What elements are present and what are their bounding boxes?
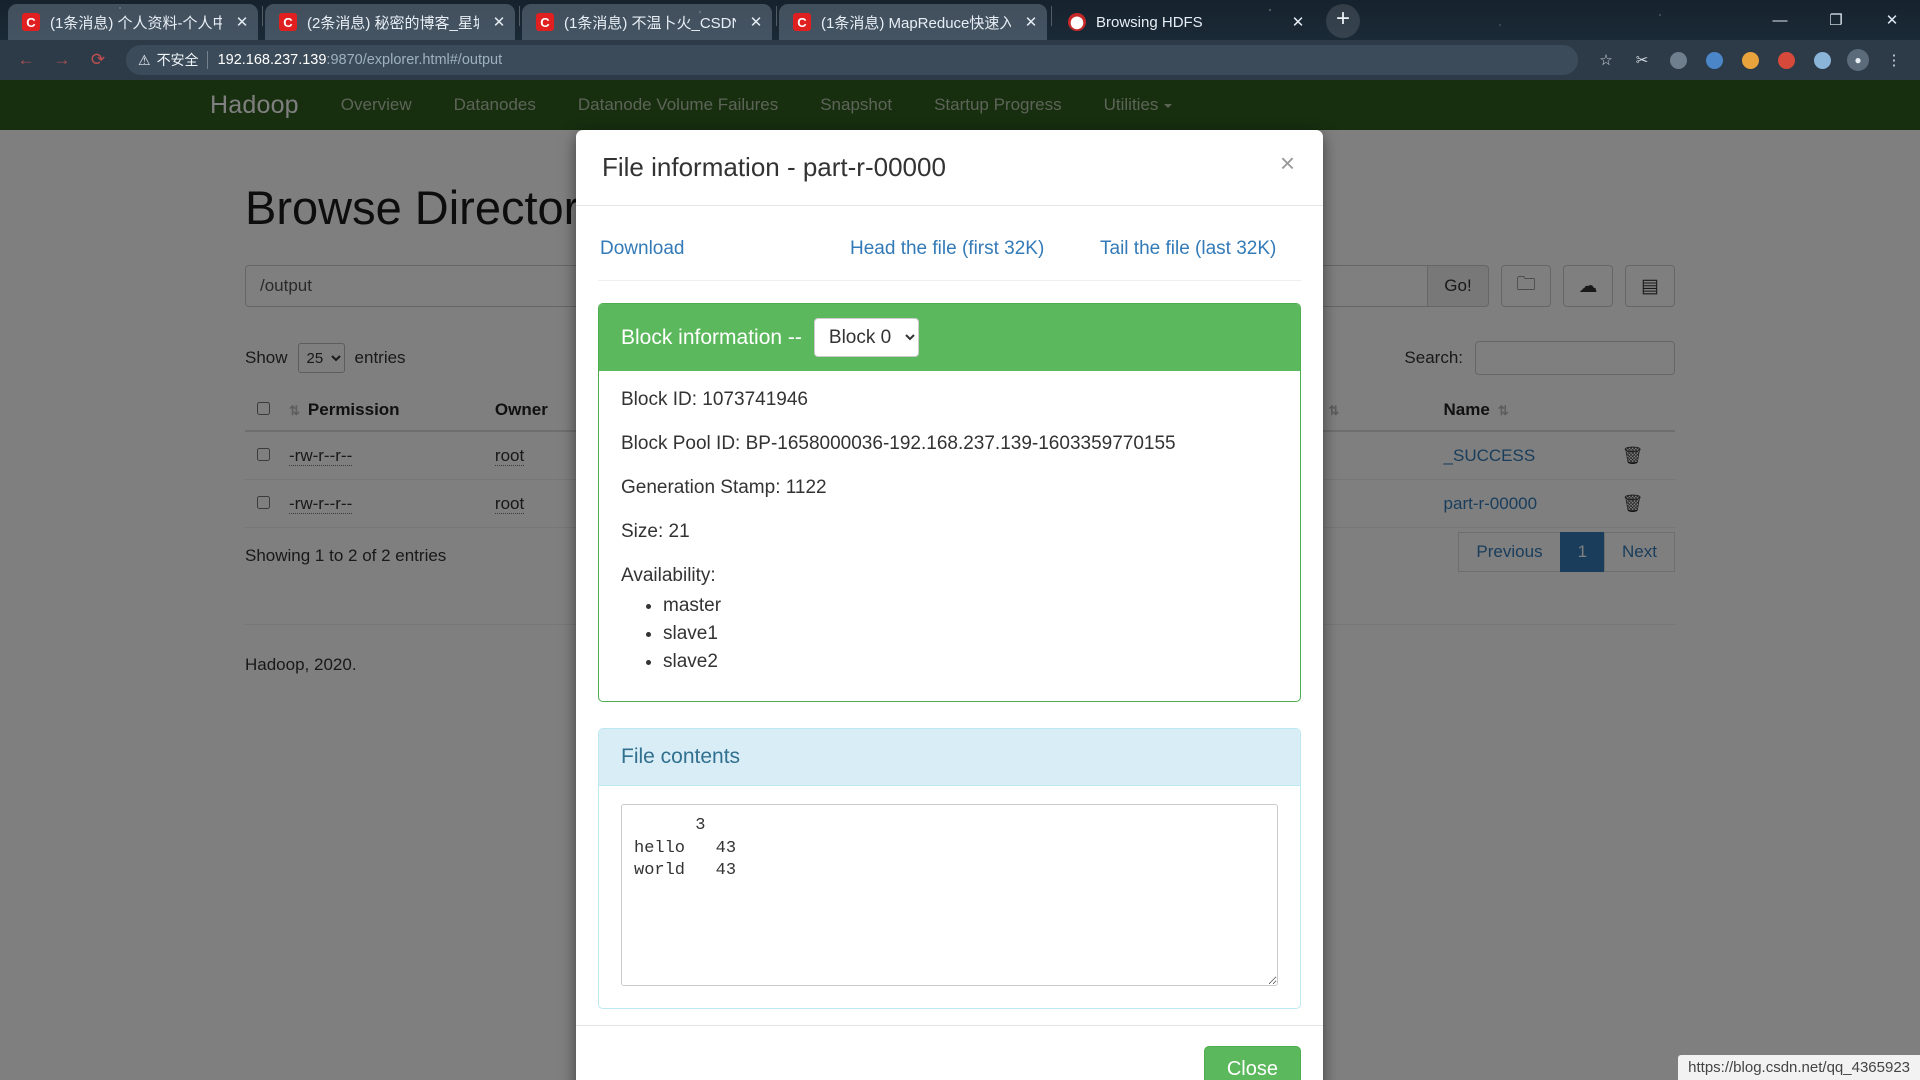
- minimize-button[interactable]: —: [1752, 0, 1808, 40]
- tab-title: (2条消息) 秘密的博客_星墟_寄星: [307, 14, 479, 32]
- file-information-modal: File information - part-r-00000 × Downlo…: [576, 130, 1323, 1080]
- browser-navbar: ← → ⟳ ⚠ 不安全 192.168.237.139 :9870/explor…: [0, 40, 1920, 80]
- tab-separator: [262, 6, 263, 26]
- block-information-header: Block information -- Block 0: [599, 304, 1300, 371]
- file-contents-body: 3 hello 43 world 43: [599, 786, 1300, 1008]
- url-path: :9870/explorer.html#/output: [326, 52, 503, 68]
- modal-header: File information - part-r-00000 ×: [576, 130, 1323, 206]
- chrome-icon[interactable]: [1771, 45, 1801, 75]
- window-close-button[interactable]: ✕: [1864, 0, 1920, 40]
- profile-icon[interactable]: ●: [1843, 45, 1873, 75]
- address-bar[interactable]: ⚠ 不安全 192.168.237.139 :9870/explorer.htm…: [126, 45, 1578, 75]
- tab-close-icon[interactable]: ✕: [746, 12, 766, 32]
- list-item: slave2: [663, 651, 1278, 673]
- tab-separator: [1051, 6, 1052, 26]
- tab-title: Browsing HDFS: [1096, 13, 1203, 31]
- download-link[interactable]: Download: [600, 238, 850, 260]
- maximize-button[interactable]: ❐: [1808, 0, 1864, 40]
- reload-icon[interactable]: ⟳: [83, 45, 113, 75]
- csdn-icon: C: [279, 13, 297, 31]
- tab-close-icon[interactable]: ✕: [489, 12, 509, 32]
- modal-body: Download Head the file (first 32K) Tail …: [576, 206, 1323, 1025]
- close-icon[interactable]: ×: [1274, 148, 1301, 178]
- smiley-icon[interactable]: [1735, 45, 1765, 75]
- url-host: 192.168.237.139: [217, 52, 327, 68]
- browser-tab-active[interactable]: ⬤ Browsing HDFS ✕: [1054, 4, 1314, 40]
- list-item: slave1: [663, 623, 1278, 645]
- page-viewport: Hadoop Overview Datanodes Datanode Volum…: [0, 80, 1920, 1080]
- not-secure-label: 不安全: [156, 52, 199, 68]
- close-button[interactable]: Close: [1203, 1046, 1301, 1080]
- window-controls: — ❐ ✕: [1752, 0, 1920, 40]
- tail-file-link[interactable]: Tail the file (last 32K): [1100, 238, 1276, 260]
- extension-icon[interactable]: ✂: [1627, 45, 1657, 75]
- size-line: Size: 21: [621, 521, 690, 542]
- back-icon[interactable]: ←: [11, 45, 41, 75]
- browser-tab[interactable]: C (1条消息) 个人资料-个人中心-CS ✕: [8, 4, 258, 40]
- browser-tab[interactable]: C (1条消息) MapReduce快速入门 ✕: [779, 4, 1047, 40]
- omnibox-divider: [206, 51, 208, 69]
- list-item: master: [663, 595, 1278, 617]
- csdn-icon: C: [22, 13, 40, 31]
- browser-status-bar: https://blog.csdn.net/qq_4365923: [1678, 1055, 1920, 1080]
- csdn-icon: C: [793, 13, 811, 31]
- tab-title: (1条消息) MapReduce快速入门: [821, 14, 1011, 32]
- tab-close-icon[interactable]: ✕: [1021, 12, 1041, 32]
- modal-title: File information - part-r-00000: [602, 152, 946, 182]
- browser-tabstrip: C (1条消息) 个人资料-个人中心-CS ✕ C (2条消息) 秘密的博客_星…: [0, 0, 1920, 40]
- tab-separator: [776, 6, 777, 26]
- infinity-icon[interactable]: [1663, 45, 1693, 75]
- block-select[interactable]: Block 0: [813, 318, 919, 357]
- file-contents-panel: File contents 3 hello 43 world 43: [598, 728, 1301, 1009]
- menu-icon[interactable]: ⋮: [1879, 45, 1909, 75]
- head-file-link[interactable]: Head the file (first 32K): [850, 238, 1100, 260]
- puzzle-icon[interactable]: [1807, 45, 1837, 75]
- translate-icon[interactable]: [1699, 45, 1729, 75]
- generation-stamp-line: Generation Stamp: 1122: [621, 477, 827, 498]
- block-information-panel: Block information -- Block 0 Block ID: 1…: [598, 303, 1301, 702]
- forward-icon[interactable]: →: [47, 45, 77, 75]
- block-id-line: Block ID: 1073741946: [621, 389, 808, 410]
- block-information-label: Block information --: [621, 325, 802, 349]
- csdn-icon: C: [536, 13, 554, 31]
- bookmark-star-icon[interactable]: ☆: [1591, 45, 1621, 75]
- hadoop-icon: ⬤: [1068, 13, 1086, 31]
- tab-close-icon[interactable]: ✕: [1288, 12, 1308, 32]
- availability-list: master slave1 slave2: [621, 595, 1278, 673]
- availability-label: Availability:: [621, 565, 716, 586]
- modal-footer: Close: [576, 1025, 1323, 1080]
- block-information-body: Block ID: 1073741946 Block Pool ID: BP-1…: [599, 371, 1300, 701]
- browser-tab[interactable]: C (1条消息) 不温卜火_CSDN博客 ✕: [522, 4, 772, 40]
- browser-window: C (1条消息) 个人资料-个人中心-CS ✕ C (2条消息) 秘密的博客_星…: [0, 0, 1920, 1080]
- file-contents-textarea[interactable]: 3 hello 43 world 43: [621, 804, 1278, 986]
- tab-title: (1条消息) 不温卜火_CSDN博客: [564, 14, 736, 32]
- tab-title: (1条消息) 个人资料-个人中心-CS: [50, 14, 222, 32]
- tab-separator: [519, 6, 520, 26]
- browser-toolbar-icons: ☆ ✂ ● ⋮: [1588, 45, 1912, 75]
- browser-tab[interactable]: C (2条消息) 秘密的博客_星墟_寄星 ✕: [265, 4, 515, 40]
- file-action-links: Download Head the file (first 32K) Tail …: [598, 224, 1301, 281]
- block-pool-id-line: Block Pool ID: BP-1658000036-192.168.237…: [621, 433, 1176, 454]
- new-tab-button[interactable]: +: [1326, 4, 1360, 38]
- not-secure-warning-icon: ⚠: [138, 51, 151, 68]
- tab-close-icon[interactable]: ✕: [232, 12, 252, 32]
- file-contents-header: File contents: [599, 729, 1300, 786]
